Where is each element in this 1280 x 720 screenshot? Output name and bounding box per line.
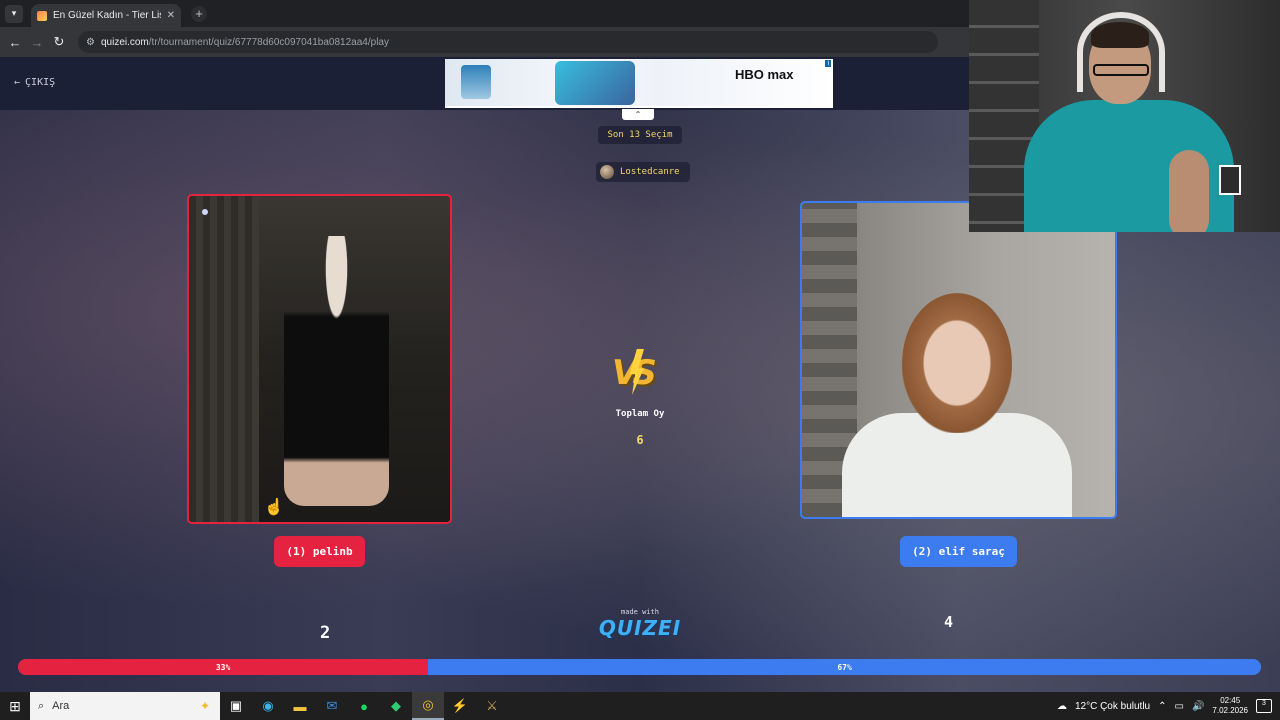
url-host: quizei.com xyxy=(100,36,149,48)
notification-icon[interactable]: 3 xyxy=(1256,699,1272,713)
contestant-1-button[interactable]: (1) pelinb xyxy=(274,536,365,567)
edge-icon[interactable]: ◉ xyxy=(252,692,284,720)
contestant-card-1[interactable] xyxy=(187,194,452,524)
system-tray: ☁ 12°C Çok bulutlu ⌃ ▭ 🔊 02:45 7.02.2026… xyxy=(1057,696,1280,716)
bar-segment-2: 67% xyxy=(428,659,1261,675)
start-button[interactable]: ⊞ xyxy=(0,692,30,720)
file-explorer-icon[interactable]: ▬ xyxy=(284,692,316,720)
contestant-photo-1 xyxy=(284,236,389,506)
url-field[interactable]: ⚙ quizei.com/tr/tournament/quiz/67778d60… xyxy=(78,31,938,53)
tab-close-icon[interactable]: ✕ xyxy=(167,10,175,21)
exit-button[interactable]: ← ÇIKIŞ xyxy=(14,77,55,88)
spotify-icon[interactable]: ● xyxy=(348,692,380,720)
made-with-label: made with xyxy=(621,608,659,616)
collapse-ad-chevron-up-icon[interactable]: ⌃ xyxy=(622,109,654,120)
weather-text[interactable]: 12°C Çok bulutlu xyxy=(1075,701,1150,712)
tab-search-icon[interactable]: ▾ xyxy=(5,4,23,23)
back-arrow-icon[interactable]: ← xyxy=(4,35,26,50)
last-selections-label: Son 13 Seçim xyxy=(598,126,682,144)
chrome-icon[interactable]: ◎ xyxy=(412,692,444,720)
background-curtain xyxy=(189,196,259,522)
ad-banner[interactable]: HBO max i xyxy=(445,59,833,108)
site-info-icon[interactable]: ⚙ xyxy=(86,37,95,48)
cam-person-hair xyxy=(1091,22,1149,48)
bar-segment-1: 33% xyxy=(18,659,429,675)
cam-glasses xyxy=(1093,64,1149,76)
taskbar-search[interactable]: ⌕ Ara ✦ xyxy=(30,692,220,720)
tray-chevron-up-icon[interactable]: ⌃ xyxy=(1158,701,1166,712)
olympics-logo-icon xyxy=(461,65,491,99)
back-arrow-icon: ← xyxy=(14,77,21,88)
ad-athletes-image xyxy=(555,61,635,105)
hand-cursor-icon: ☝ xyxy=(264,499,284,516)
new-tab-button[interactable]: + xyxy=(191,5,207,22)
task-view-icon[interactable]: ▣ xyxy=(220,692,252,720)
app-red-icon[interactable]: ⚡ xyxy=(444,692,476,720)
exit-label: ÇIKIŞ xyxy=(25,77,56,88)
contestant-2-button[interactable]: (2) elif saraç xyxy=(900,536,1017,567)
indicator-dot-icon xyxy=(202,209,208,215)
voter-user-chip: Lostedcanre xyxy=(596,162,690,182)
contestant-card-2[interactable] xyxy=(800,201,1117,519)
ad-choices-icon[interactable]: i xyxy=(825,60,831,67)
url-path: /tr/tournament/quiz/67778d60c097041ba081… xyxy=(148,36,389,48)
search-placeholder: Ara xyxy=(52,700,70,712)
forward-arrow-icon[interactable]: → xyxy=(26,35,48,50)
weather-icon: ☁ xyxy=(1056,700,1067,712)
ad-brand: HBO max xyxy=(735,67,794,82)
app-green-icon[interactable]: ◆ xyxy=(380,692,412,720)
browser-tab[interactable]: En Güzel Kadın - Tier List, Kör S ✕ xyxy=(31,4,181,27)
network-icon[interactable]: ▭ xyxy=(1175,701,1184,712)
total-votes-value: 6 xyxy=(636,433,644,447)
search-icon: ⌕ xyxy=(38,699,45,712)
avatar xyxy=(600,165,614,179)
clock-time: 02:45 xyxy=(1220,696,1241,705)
clock[interactable]: 02:45 7.02.2026 xyxy=(1212,696,1248,716)
league-icon[interactable]: ⚔ xyxy=(476,692,508,720)
volume-icon[interactable]: 🔊 xyxy=(1192,701,1204,712)
windows-logo-icon: ⊞ xyxy=(9,697,21,714)
mail-icon[interactable]: ✉ xyxy=(316,692,348,720)
tab-title: En Güzel Kadın - Tier List, Kör S xyxy=(53,10,161,21)
username: Lostedcanre xyxy=(620,167,680,177)
reload-icon[interactable]: ↻ xyxy=(48,34,70,50)
clock-date: 7.02.2026 xyxy=(1212,706,1248,715)
webcam-overlay xyxy=(969,0,1280,232)
windows-taskbar: ⊞ ⌕ Ara ✦ ▣ ◉ ▬ ✉ ● ◆ ◎ ⚡ ⚔ ☁ 12°C Çok b… xyxy=(0,692,1280,720)
vote-percentage-bar: 33% 67% xyxy=(18,659,1261,675)
site-favicon-icon xyxy=(37,10,47,21)
quizei-logo[interactable]: QUIZEI xyxy=(0,616,1280,640)
total-votes-label: Toplam Oy xyxy=(615,409,665,419)
copilot-sparkle-icon: ✦ xyxy=(199,699,210,713)
cam-lamp xyxy=(1219,165,1241,195)
cam-person-arm xyxy=(1169,150,1209,232)
